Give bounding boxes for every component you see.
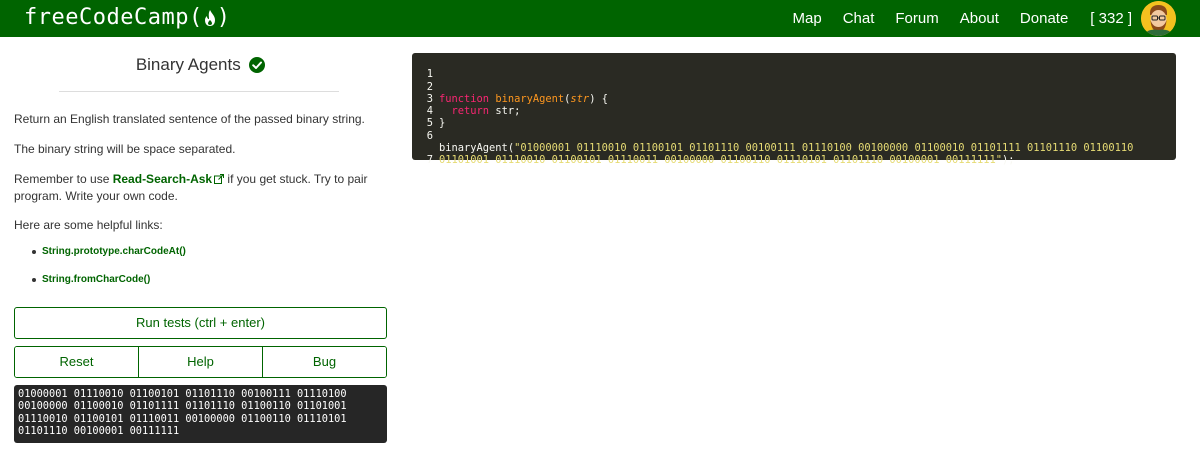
nav-link-chat[interactable]: Chat	[843, 10, 875, 27]
p3-before: Remember to use	[14, 172, 113, 186]
code-line: 5	[412, 105, 1176, 129]
nav-link-map[interactable]: Map	[793, 10, 822, 27]
challenge-title-row: Binary Agents	[14, 55, 387, 79]
helpful-links-list: String.prototype.charCodeAt() String.fro…	[32, 246, 186, 302]
bug-button[interactable]: Bug	[263, 347, 386, 377]
code-line-wrapped: 01101001 01110010 01100101 01110011 0010…	[412, 130, 1176, 166]
code-line: 3 return str;	[412, 81, 1176, 117]
helpful-link-charcodeat[interactable]: String.prototype.charCodeAt()	[32, 246, 186, 274]
flame-icon	[204, 10, 215, 26]
code-line: 7	[412, 142, 1176, 166]
code-line: 2 function binaryAgent(str) {	[412, 68, 1176, 105]
output-line: 01101110 00100001 00111111	[18, 424, 180, 437]
completed-check-icon	[249, 57, 266, 73]
call-end: );	[1002, 154, 1015, 167]
nav-link-forum[interactable]: Forum	[895, 10, 938, 27]
string-literal: 01101001 01110010 01100101 01110011 0010…	[439, 154, 1003, 167]
title-divider	[59, 91, 339, 92]
brand-text-close: )	[216, 5, 231, 30]
points-counter[interactable]: [ 332 ]	[1090, 10, 1132, 27]
help-button[interactable]: Help	[139, 347, 263, 377]
reset-button[interactable]: Reset	[15, 347, 139, 377]
action-button-group: Reset Help Bug	[14, 346, 387, 378]
description-paragraph-4: Here are some helpful links:	[14, 218, 163, 232]
helpful-link-fromcharcode[interactable]: String.fromCharCode()	[32, 274, 186, 302]
description-paragraph-2: The binary string will be space separate…	[14, 142, 236, 156]
user-avatar-icon	[1141, 1, 1176, 36]
brand-logo[interactable]: freeCodeCamp()	[24, 4, 230, 32]
avatar[interactable]	[1141, 1, 1176, 36]
line-number: 7	[426, 154, 433, 167]
challenge-panel: Binary Agents Return an English translat…	[14, 37, 387, 462]
read-search-ask-link[interactable]: Read-Search-Ask	[113, 172, 212, 186]
run-tests-button[interactable]: Run tests (ctrl + enter)	[14, 307, 387, 339]
test-output-panel: 01000001 01110010 01100101 01101110 0010…	[14, 385, 387, 443]
nav-links: Map Chat Forum About Donate [ 332 ]	[772, 0, 1133, 37]
nav-link-donate[interactable]: Donate	[1020, 10, 1068, 27]
top-navbar: freeCodeCamp() Map Chat Forum About Dona…	[0, 0, 1200, 37]
code-text: 01101001 01110010 01100101 01110011 0010…	[439, 154, 1015, 166]
challenge-title: Binary Agents	[135, 55, 241, 74]
output-line: 01000001 01110010 01100101 01101110 0010…	[18, 388, 347, 400]
code-line: 4 }	[412, 93, 1176, 129]
code-editor[interactable]: 1 2 function binaryAgent(str) { 3 return…	[412, 53, 1176, 166]
description-paragraph-3: Remember to use Read-Search-Ask if you g…	[14, 171, 387, 205]
code-line: 6 binaryAgent("01000001 01110010 0110010…	[412, 117, 1176, 154]
code-line: 1	[412, 56, 1176, 80]
nav-link-about[interactable]: About	[960, 10, 999, 27]
output-line: 00100000 01100010 01101111 01101110 0110…	[18, 400, 347, 413]
output-line: 01110010 01100101 01110011 00100000 0110…	[18, 412, 347, 425]
description-paragraph-1: Return an English translated sentence of…	[14, 112, 365, 126]
external-link-icon	[214, 174, 225, 184]
brand-text: freeCodeCamp(	[24, 5, 203, 30]
